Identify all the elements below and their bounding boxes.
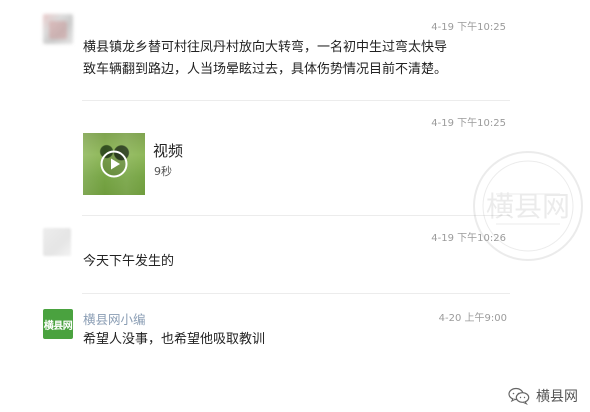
sender-name[interactable]: 横县网小编 [83, 309, 146, 328]
play-icon[interactable] [100, 150, 128, 178]
video-thumbnail[interactable] [83, 133, 145, 195]
avatar[interactable] [43, 14, 73, 44]
comment-text-line: 致车辆翻到路边，人当场晕眩过去，具体伤势情况目前不清楚。 [83, 62, 448, 77]
watermark-text: 横县网 [486, 190, 570, 223]
comment-text-line: 横县镇龙乡替可村往凤丹村放向大转弯，一名初中生过弯太快导 [83, 40, 448, 55]
comment-item: 横县网 横县网小编 4-20 上午9:00 希望人没事，也希望他吸取教训 [0, 293, 590, 373]
avatar[interactable] [43, 228, 71, 256]
timestamp: 4-19 下午10:25 [431, 22, 506, 33]
video-duration: 9秒 [154, 165, 172, 178]
editor-avatar[interactable]: 横县网 [43, 309, 73, 339]
comment-text: 今天下午发生的 [83, 254, 175, 269]
timestamp: 4-20 上午9:00 [438, 313, 507, 324]
divider [82, 293, 510, 294]
footer-brand: 横县网 [508, 386, 578, 406]
avatar-label: 横县网 [43, 320, 73, 332]
watermark-seal: 横县网 [473, 151, 583, 261]
footer-brand-name: 横县网 [536, 389, 578, 405]
timestamp: 4-19 下午10:25 [431, 118, 506, 129]
comment-item: 4-19 下午10:25 横县镇龙乡替可村往凤丹村放向大转弯，一名初中生过弯太快… [0, 0, 590, 100]
divider [82, 215, 510, 216]
divider [82, 100, 510, 101]
video-card[interactable]: 视频 9秒 [83, 133, 263, 195]
comment-text: 希望人没事，也希望他吸取教训 [83, 332, 266, 347]
wechat-icon [508, 387, 530, 405]
video-title: 视频 [153, 142, 184, 160]
comment-text: 横县镇龙乡替可村往凤丹村放向大转弯，一名初中生过弯太快导 致车辆翻到路边，人当场… [83, 37, 510, 81]
